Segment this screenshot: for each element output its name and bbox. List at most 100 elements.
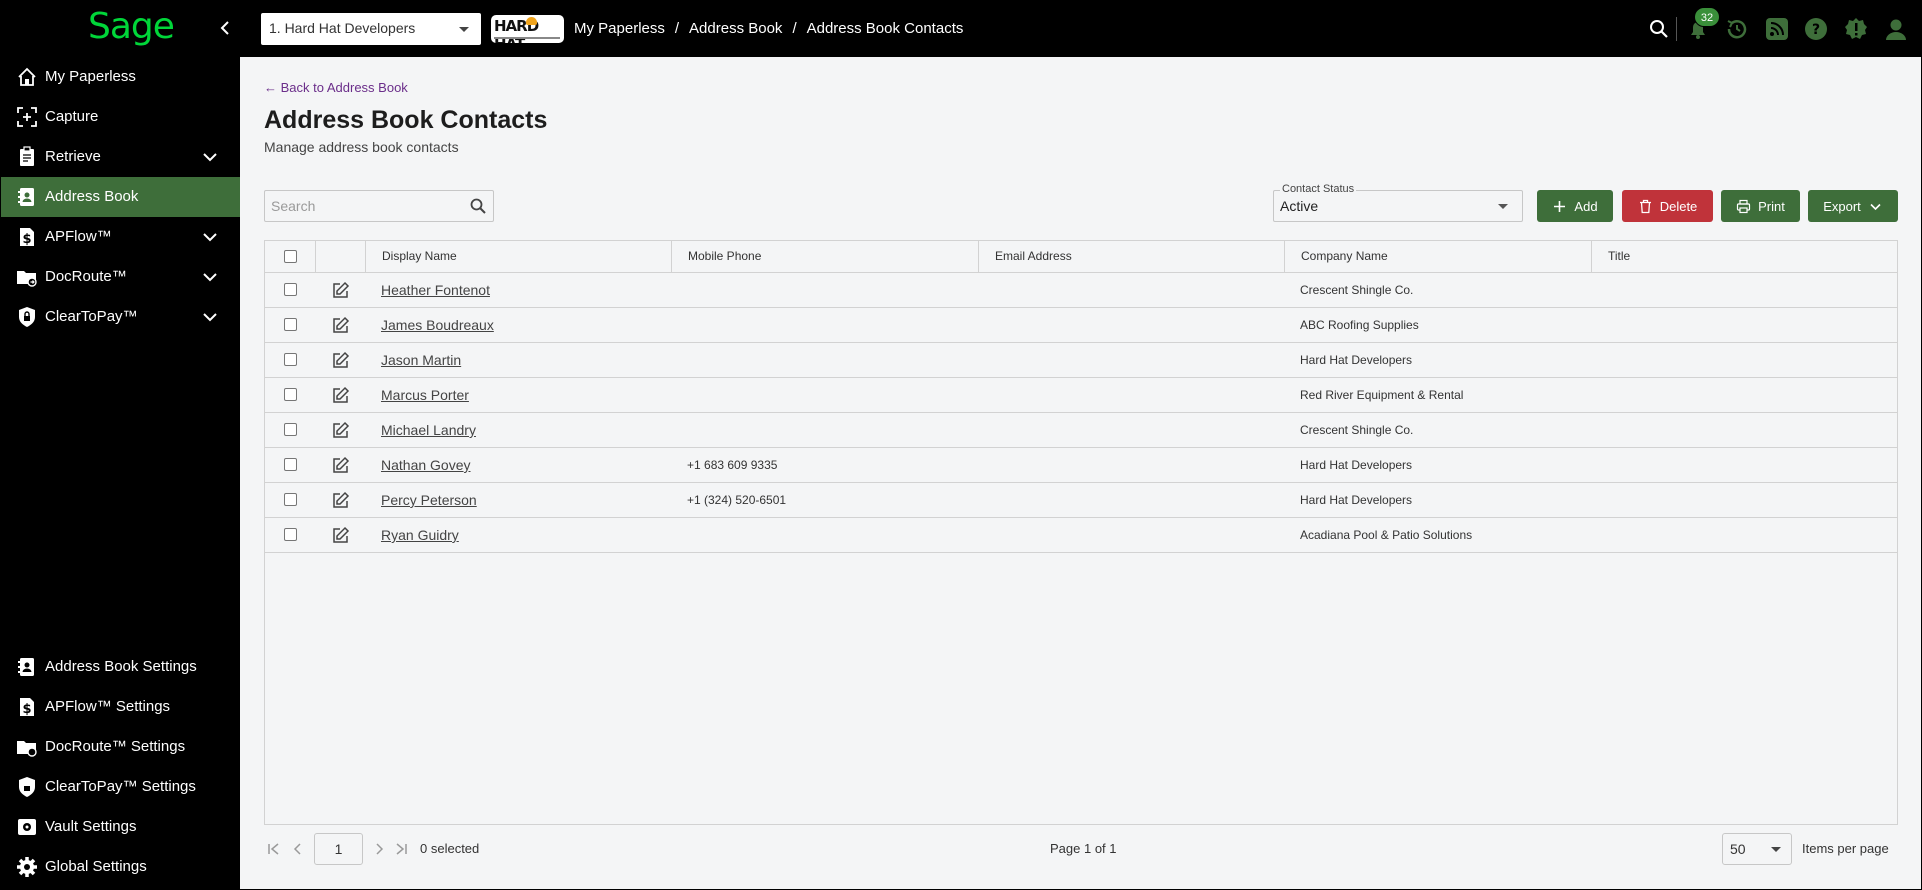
contact-display-name-link[interactable]: Ryan Guidry	[365, 518, 671, 552]
row-checkbox[interactable]	[284, 388, 297, 401]
table-row[interactable]: Marcus Porter Red River Equipment & Renta…	[265, 378, 1897, 413]
last-page-icon[interactable]	[393, 841, 409, 857]
help-icon[interactable]: ?	[1803, 16, 1829, 42]
export-button[interactable]: Export	[1808, 190, 1898, 222]
contact-title	[1591, 483, 1897, 517]
sidebar-item-docroute[interactable]: DocRoute™	[0, 257, 240, 297]
row-checkbox[interactable]	[284, 528, 297, 541]
sidebar-item-address-book-settings[interactable]: Address Book Settings	[0, 647, 240, 687]
address-book-icon	[16, 656, 38, 678]
contact-display-name-link[interactable]: Michael Landry	[365, 413, 671, 447]
sidebar-item-my-paperless[interactable]: My Paperless	[0, 57, 240, 97]
sidebar-item-cleartopay[interactable]: ClearToPay™	[0, 297, 240, 337]
sidebar-item-apflow-settings[interactable]: $ APFlow™ Settings	[0, 687, 240, 727]
previous-page-icon[interactable]	[290, 841, 306, 857]
alert-icon[interactable]	[1843, 16, 1869, 42]
sidebar-item-vault-settings[interactable]: Vault Settings	[0, 807, 240, 847]
sidebar-item-cleartopay-settings[interactable]: ClearToPay™ Settings	[0, 767, 240, 807]
row-checkbox[interactable]	[284, 283, 297, 296]
divider	[1676, 17, 1677, 41]
capture-icon	[16, 106, 38, 128]
column-header-company-name[interactable]: Company Name	[1284, 241, 1591, 272]
edit-icon[interactable]	[331, 386, 350, 405]
contact-mobile-phone: +1 (324) 520-6501	[687, 493, 787, 507]
sidebar-item-label: DocRoute™	[45, 268, 127, 285]
breadcrumb-my-paperless[interactable]: My Paperless	[574, 20, 665, 37]
search-icon[interactable]	[469, 197, 487, 215]
column-header-display-name[interactable]: Display Name	[365, 241, 671, 272]
history-icon[interactable]	[1724, 16, 1750, 42]
chevron-down-icon[interactable]	[202, 150, 218, 164]
edit-icon[interactable]	[331, 351, 350, 370]
contact-display-name-link[interactable]: Jason Martin	[365, 343, 671, 377]
contacts-table: Display Name Mobile Phone Email Address …	[264, 240, 1898, 825]
company-select[interactable]: 1. Hard Hat Developers	[261, 13, 481, 45]
rss-icon[interactable]	[1764, 16, 1790, 42]
edit-icon[interactable]	[331, 491, 350, 510]
edit-icon[interactable]	[331, 281, 350, 300]
row-checkbox[interactable]	[284, 458, 297, 471]
breadcrumb-address-book[interactable]: Address Book	[689, 20, 782, 37]
sidebar-item-label: Address Book	[45, 188, 139, 205]
row-checkbox[interactable]	[284, 318, 297, 331]
row-checkbox[interactable]	[284, 423, 297, 436]
contact-mobile-phone	[671, 378, 978, 412]
sidebar-item-label: Capture	[45, 108, 99, 125]
table-row[interactable]: Michael Landry Crescent Shingle Co.	[265, 413, 1897, 448]
items-per-page-select[interactable]: 50	[1722, 833, 1792, 865]
contact-display-name-link[interactable]: Nathan Govey	[365, 448, 671, 482]
table-row[interactable]: Heather Fontenot Crescent Shingle Co.	[265, 273, 1897, 308]
add-button[interactable]: Add	[1537, 190, 1613, 222]
row-checkbox[interactable]	[284, 353, 297, 366]
selected-count: 0 selected	[420, 841, 480, 856]
sidebar-item-docroute-settings[interactable]: DocRoute™ Settings	[0, 727, 240, 767]
sidebar-item-address-book[interactable]: Address Book	[0, 177, 240, 217]
contact-mobile-phone	[671, 273, 978, 307]
contact-display-name-link[interactable]: Marcus Porter	[365, 378, 671, 412]
edit-icon[interactable]	[331, 316, 350, 335]
sage-logo[interactable]: Sage	[88, 6, 175, 47]
back-to-address-book-link[interactable]: ← Back to Address Book	[264, 80, 408, 95]
contact-email-address	[978, 448, 1284, 482]
delete-button[interactable]: Delete	[1622, 190, 1713, 222]
table-row[interactable]: Jason Martin Hard Hat Developers	[265, 343, 1897, 378]
first-page-icon[interactable]	[266, 841, 282, 857]
search-icon[interactable]	[1646, 16, 1672, 42]
contact-email-address	[978, 273, 1284, 307]
collapse-sidebar-icon[interactable]	[214, 15, 236, 41]
select-all-checkbox[interactable]	[284, 250, 297, 263]
sidebar-item-apflow[interactable]: $ APFlow™	[0, 217, 240, 257]
contact-title	[1591, 518, 1897, 552]
edit-icon[interactable]	[331, 456, 350, 475]
next-page-icon[interactable]	[371, 841, 387, 857]
contact-display-name-link[interactable]: James Boudreaux	[365, 308, 671, 342]
breadcrumb: My Paperless / Address Book / Address Bo…	[574, 20, 963, 37]
column-header-mobile-phone[interactable]: Mobile Phone	[671, 241, 978, 272]
edit-icon[interactable]	[331, 526, 350, 545]
table-row[interactable]: Nathan Govey +1 683 609 9335 Hard Hat Deve…	[265, 448, 1897, 483]
svg-text:$: $	[22, 232, 31, 247]
edit-icon[interactable]	[331, 421, 350, 440]
contact-title	[1591, 378, 1897, 412]
column-header-email-address[interactable]: Email Address	[978, 241, 1284, 272]
contact-display-name-link[interactable]: Percy Peterson	[365, 483, 671, 517]
table-row[interactable]: Ryan Guidry Acadiana Pool & Patio Solutio…	[265, 518, 1897, 553]
user-icon[interactable]	[1883, 16, 1909, 42]
table-row[interactable]: James Boudreaux ABC Roofing Supplies	[265, 308, 1897, 343]
chevron-down-icon[interactable]	[202, 230, 218, 244]
print-button[interactable]: Print	[1721, 190, 1800, 222]
column-header-title[interactable]: Title	[1591, 241, 1897, 272]
sidebar-item-retrieve[interactable]: Retrieve	[0, 137, 240, 177]
contact-status-select[interactable]: Contact Status Active	[1273, 183, 1523, 222]
sidebar-item-global-settings[interactable]: Global Settings	[0, 847, 240, 887]
chevron-down-icon[interactable]	[202, 310, 218, 324]
search-input[interactable]	[265, 191, 460, 221]
sidebar-item-capture[interactable]: Capture	[0, 97, 240, 137]
chevron-down-icon[interactable]	[202, 270, 218, 284]
chevron-down-icon	[1498, 204, 1508, 209]
table-row[interactable]: Percy Peterson +1 (324) 520-6501 Hard Hat …	[265, 483, 1897, 518]
contact-display-name-link[interactable]: Heather Fontenot	[365, 273, 671, 307]
breadcrumb-separator: /	[674, 20, 680, 37]
row-checkbox[interactable]	[284, 493, 297, 506]
page-number-input[interactable]: 1	[314, 833, 363, 865]
